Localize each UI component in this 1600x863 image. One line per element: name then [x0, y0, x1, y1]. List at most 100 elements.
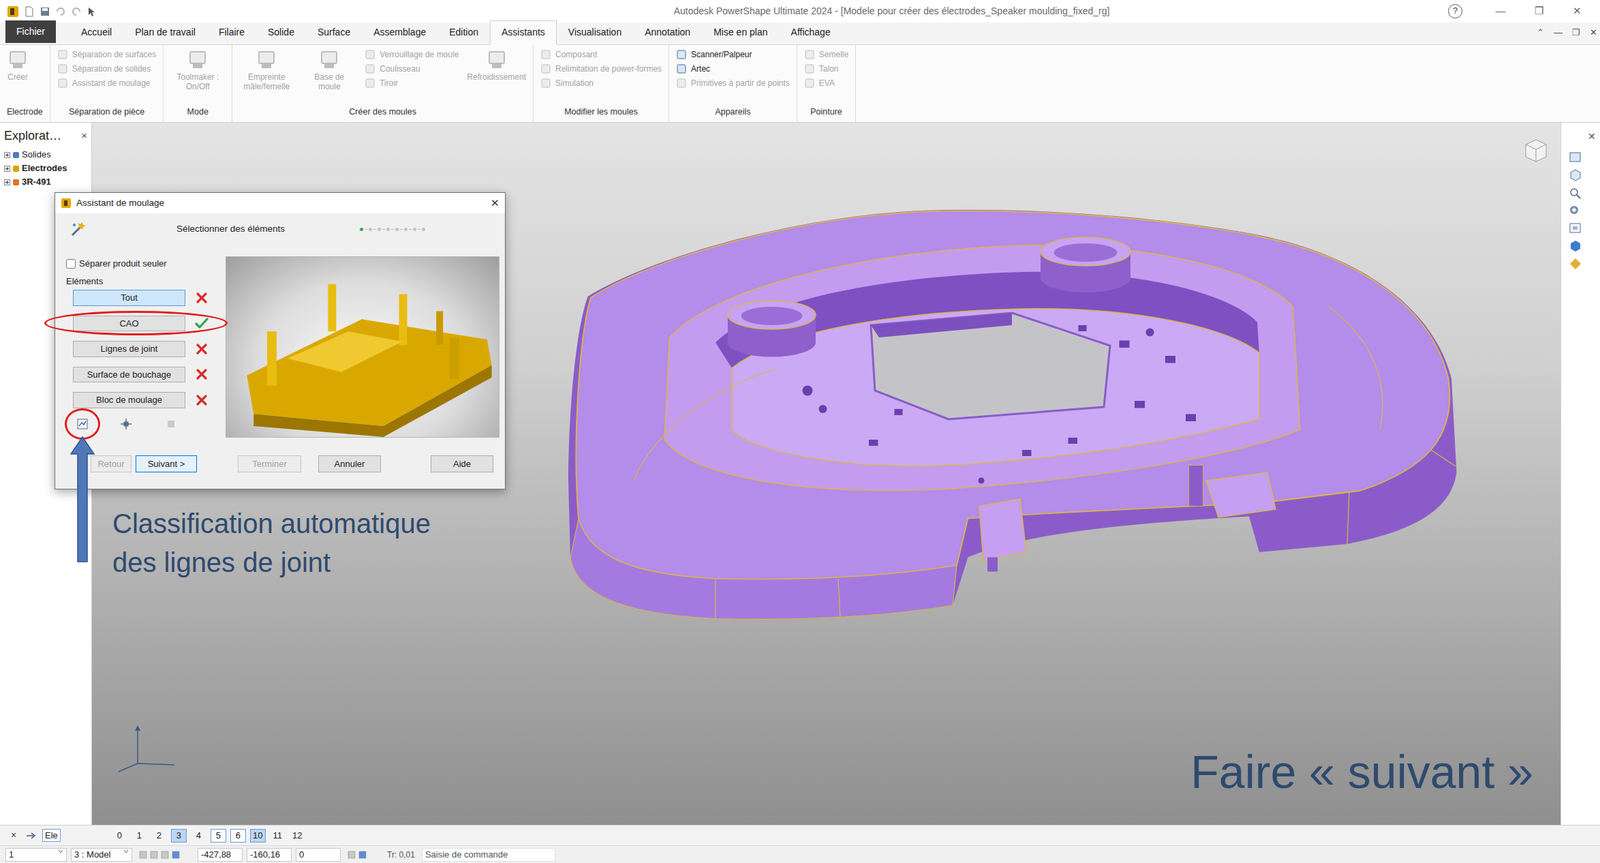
ribbon-small-button[interactable]: Scanner/Palpeur	[675, 49, 790, 60]
cursor-icon[interactable]	[86, 6, 98, 18]
ribbon-tab[interactable]: Filaire	[207, 20, 257, 45]
status-tool-icon[interactable]	[358, 850, 367, 859]
new-file-icon[interactable]	[23, 6, 35, 18]
layer-item[interactable]: 1	[131, 828, 148, 843]
layer-item[interactable]: 11	[269, 828, 286, 843]
ribbon-tab[interactable]: Annotation	[633, 20, 702, 45]
view-front-icon[interactable]	[1567, 150, 1583, 165]
layer-item[interactable]: 2	[151, 828, 167, 843]
dialog-button[interactable]: Annuler	[318, 455, 381, 473]
element-button[interactable]: Tout	[72, 289, 186, 306]
ribbon-small-button[interactable]: Séparation de solides	[57, 63, 157, 75]
ribbon-tab[interactable]: Accueil	[69, 20, 124, 45]
explorer-close-button[interactable]: ×	[81, 128, 88, 144]
ribbon-small-button[interactable]: Semelle	[804, 49, 849, 60]
window-control[interactable]: ❐	[1519, 3, 1558, 20]
element-button[interactable]: CAO	[72, 315, 186, 332]
mould-part-model[interactable]	[551, 204, 1472, 634]
expand-icon[interactable]	[4, 179, 11, 186]
ribbon-button[interactable]: Base de moule	[301, 49, 357, 92]
layer-item[interactable]: 6	[230, 828, 246, 843]
window-control[interactable]: ✕	[1557, 3, 1596, 20]
layer-bar-close[interactable]: ×	[10, 827, 26, 843]
layer-item[interactable]: 5	[210, 828, 227, 843]
status-tool-icon[interactable]	[160, 850, 169, 859]
element-button[interactable]: Surface de bouchage	[72, 366, 186, 383]
status-tool-icon[interactable]	[347, 850, 356, 859]
ribbon-control[interactable]: ⌃	[1536, 25, 1545, 40]
ribbon-small-button[interactable]: Séparation de surfaces	[57, 49, 157, 60]
tree-item[interactable]: Electrodes	[0, 161, 92, 176]
ribbon-tab[interactable]: Visualisation	[556, 20, 634, 45]
status-tool-icon[interactable]	[149, 850, 159, 859]
zoom-icon[interactable]	[1567, 186, 1583, 200]
status-tool-icon[interactable]	[139, 850, 148, 859]
ribbon-small-button[interactable]: Tiroir	[364, 77, 459, 89]
dropdown-icon[interactable]	[123, 848, 129, 854]
ribbon-tab[interactable]: Solide	[256, 20, 306, 45]
app-logo-icon[interactable]	[6, 5, 20, 18]
status-tool-icon[interactable]	[171, 850, 180, 859]
classification-tool[interactable]	[76, 417, 89, 430]
ribbon-button[interactable]: Refroidissement	[466, 49, 527, 83]
dialog-button[interactable]: Suivant >	[135, 455, 197, 473]
separate-product-checkbox[interactable]: Séparer produit seuler	[66, 256, 226, 271]
save-icon[interactable]	[39, 6, 51, 18]
ribbon-small-button[interactable]: Composant	[540, 49, 662, 60]
element-button[interactable]: Lignes de joint	[72, 340, 186, 358]
ribbon-small-button[interactable]: Assistant de moulage	[57, 77, 157, 89]
ribbon-button[interactable]: Empreinte mâle/femelle	[239, 49, 294, 92]
ribbon-tab[interactable]: Assistants	[489, 20, 557, 45]
help-button[interactable]: ?	[1448, 4, 1463, 19]
layer-item[interactable]: 0	[111, 828, 128, 843]
status-select[interactable]: 3 : Model	[70, 847, 133, 862]
zoom-box-icon[interactable]	[1567, 203, 1583, 218]
ribbon-tab[interactable]: Edition	[437, 20, 490, 45]
ribbon-small-button[interactable]: Coulisseau	[364, 63, 459, 75]
expand-icon[interactable]	[4, 165, 11, 172]
checkbox[interactable]	[66, 258, 76, 269]
ribbon-control[interactable]: ❐	[1572, 25, 1581, 40]
layer-item[interactable]: 12	[289, 828, 306, 843]
layer-item[interactable]: 10	[250, 828, 266, 843]
layer-item[interactable]: 3	[171, 828, 187, 843]
ribbon-control[interactable]: ✕	[1589, 25, 1598, 40]
file-tab[interactable]: Fichier	[5, 20, 56, 43]
undo-icon[interactable]	[55, 6, 67, 18]
fit-view-icon[interactable]	[1567, 221, 1583, 236]
ribbon-small-button[interactable]: Simulation	[540, 77, 662, 89]
shading-icon[interactable]	[1567, 239, 1583, 253]
ribbon-tab[interactable]: Affichage	[779, 20, 843, 45]
ribbon-small-button[interactable]: Primitives à partir de points	[675, 77, 790, 89]
classification-tool[interactable]	[119, 417, 133, 430]
redo-icon[interactable]	[70, 6, 82, 18]
tree-item[interactable]: 3R-491	[0, 175, 92, 189]
ribbon-small-button[interactable]: Relimitation de power-formes	[540, 63, 662, 75]
ribbon-tab[interactable]: Plan de travail	[123, 20, 208, 45]
layer-item[interactable]: 4	[190, 828, 207, 843]
ribbon-tab[interactable]: Assemblage	[361, 20, 438, 45]
element-button[interactable]: Bloc de moulage	[72, 391, 186, 409]
view-toolbar-close-button[interactable]: ✕	[1587, 129, 1596, 144]
view-cube-icon[interactable]	[1521, 136, 1551, 165]
status-select[interactable]: 1	[5, 847, 67, 862]
ribbon-control[interactable]: —	[1553, 25, 1563, 40]
status-field[interactable]: Saisie de commande	[421, 847, 556, 862]
dropdown-icon[interactable]	[57, 848, 64, 854]
dialog-button[interactable]: Aide	[430, 455, 494, 473]
current-layer[interactable]: Ele	[42, 828, 61, 842]
ribbon-small-button[interactable]: EVA	[804, 77, 849, 89]
material-icon[interactable]	[1567, 256, 1583, 271]
ribbon-small-button[interactable]: Verrouillage de moule	[364, 49, 459, 60]
expand-icon[interactable]	[4, 151, 11, 159]
ribbon-small-button[interactable]: Artec	[675, 63, 790, 75]
dialog-close-button[interactable]: ✕	[490, 195, 500, 212]
arrow-icon[interactable]	[25, 831, 37, 840]
ribbon-tab[interactable]: Mise en plan	[701, 20, 779, 45]
ribbon-small-button[interactable]: Talon	[804, 63, 849, 75]
tree-item[interactable]: Solides	[0, 147, 92, 162]
ribbon-tab[interactable]: Surface	[305, 20, 362, 45]
ribbon-button[interactable]: Toolmaker : On/Off	[170, 49, 225, 92]
ribbon-button[interactable]: Créer	[6, 49, 29, 83]
view-iso-icon[interactable]	[1567, 168, 1583, 182]
